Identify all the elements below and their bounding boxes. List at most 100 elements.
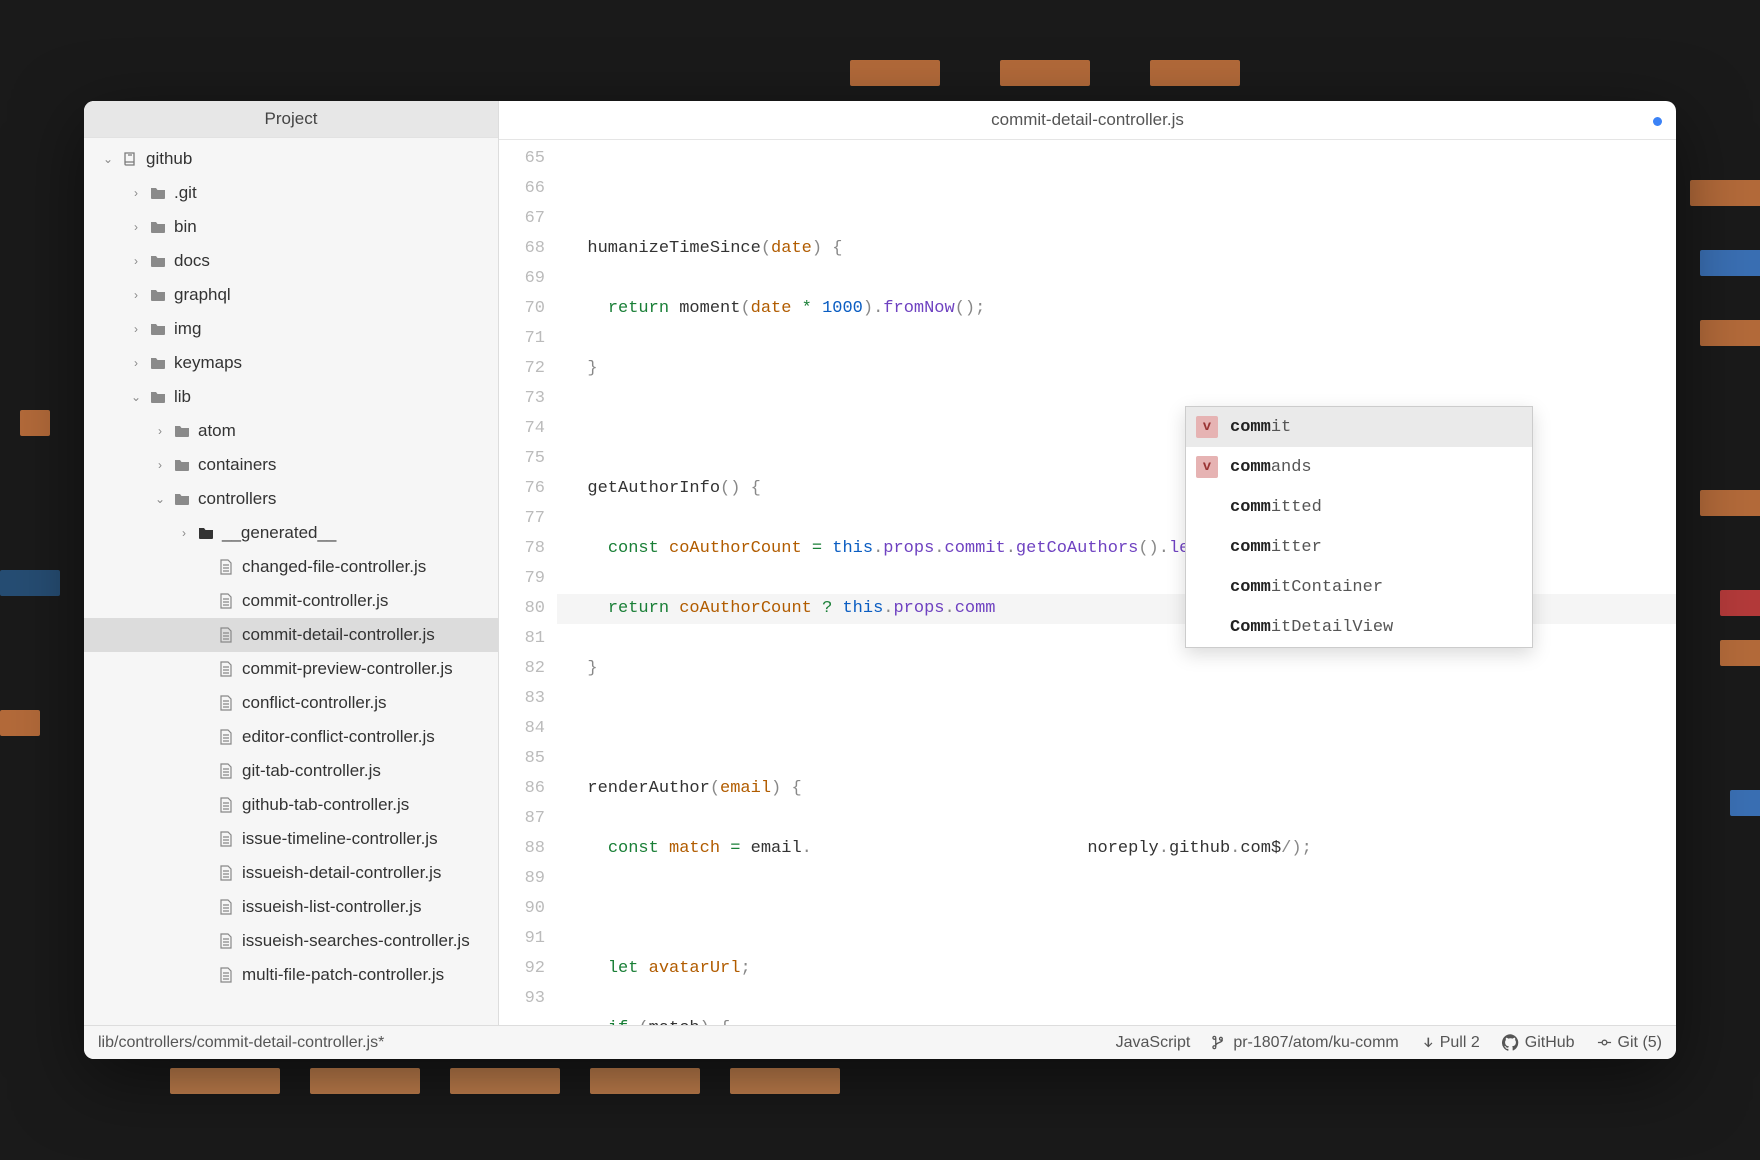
tree-item[interactable]: issue-timeline-controller.js: [84, 822, 498, 856]
status-language[interactable]: JavaScript: [1116, 1034, 1191, 1052]
editor-body[interactable]: 6566676869707172737475767778798081828384…: [499, 140, 1676, 1025]
tree-item-label: commit-controller.js: [242, 591, 388, 611]
arrow-down-icon: [1421, 1036, 1434, 1049]
tree-item-label: containers: [198, 455, 276, 475]
status-git[interactable]: Git (5): [1597, 1034, 1662, 1052]
folder-icon: [148, 254, 168, 268]
autocomplete-item[interactable]: v commands: [1186, 447, 1532, 487]
tree-item[interactable]: changed-file-controller.js: [84, 550, 498, 584]
status-branch[interactable]: pr-1807/atom/ku-comm: [1212, 1034, 1398, 1052]
autocomplete-badge: [1196, 536, 1218, 558]
tree-item[interactable]: git-tab-controller.js: [84, 754, 498, 788]
tree-item-label: issueish-searches-controller.js: [242, 931, 470, 951]
file-icon: [216, 865, 236, 881]
tree-item[interactable]: commit-preview-controller.js: [84, 652, 498, 686]
folder-icon: [148, 322, 168, 336]
tree-item[interactable]: ›atom: [84, 414, 498, 448]
tree-item-label: git-tab-controller.js: [242, 761, 381, 781]
autocomplete-badge: v: [1196, 456, 1218, 478]
tree-item-label: graphql: [174, 285, 231, 305]
folder-icon: [172, 492, 192, 506]
tree-item[interactable]: issueish-detail-controller.js: [84, 856, 498, 890]
tree-root[interactable]: ⌄ github: [84, 142, 498, 176]
autocomplete-item[interactable]: CommitDetailView: [1186, 607, 1532, 647]
chevron-icon: ⌄: [128, 390, 144, 404]
tree-item-label: controllers: [198, 489, 276, 509]
tab-bar[interactable]: commit-detail-controller.js: [499, 101, 1676, 140]
line-number: 81: [499, 624, 545, 654]
folder-icon: [148, 390, 168, 404]
tree-item[interactable]: multi-file-patch-controller.js: [84, 958, 498, 992]
tree-item[interactable]: › docs: [84, 244, 498, 278]
tree-item[interactable]: commit-controller.js: [84, 584, 498, 618]
line-number: 70: [499, 294, 545, 324]
tree-item[interactable]: ›graphql: [84, 278, 498, 312]
modified-indicator: [1653, 117, 1662, 126]
tree-item[interactable]: issueish-list-controller.js: [84, 890, 498, 924]
status-bar: lib/controllers/commit-detail-controller…: [84, 1025, 1676, 1059]
tree-item-label: issueish-list-controller.js: [242, 897, 422, 917]
tree-item[interactable]: ›bin: [84, 210, 498, 244]
tree-item-label: conflict-controller.js: [242, 693, 387, 713]
line-number: 87: [499, 804, 545, 834]
tree-item-label: multi-file-patch-controller.js: [242, 965, 444, 985]
line-number: 78: [499, 534, 545, 564]
file-icon: [216, 559, 236, 575]
file-tree[interactable]: ⌄ github ›.git›bin›docs›graphql›img›keym…: [84, 138, 498, 1025]
tree-item[interactable]: ›__generated__: [84, 516, 498, 550]
line-number: 83: [499, 684, 545, 714]
line-number: 93: [499, 984, 545, 1014]
autocomplete-label: commit: [1230, 418, 1291, 437]
tree-item[interactable]: ›img: [84, 312, 498, 346]
line-number: 82: [499, 654, 545, 684]
status-path: lib/controllers/commit-detail-controller…: [98, 1034, 1116, 1052]
file-icon: [216, 593, 236, 609]
github-icon: [1502, 1034, 1519, 1051]
tree-item[interactable]: › .git: [84, 176, 498, 210]
folder-icon: [148, 220, 168, 234]
folder-icon: [148, 356, 168, 370]
line-number: 74: [499, 414, 545, 444]
autocomplete-popup[interactable]: vcommitvcommandscommittedcommittercommit…: [1185, 406, 1533, 648]
autocomplete-item[interactable]: vcommit: [1186, 407, 1532, 447]
tree-root-label: github: [146, 149, 192, 169]
tree-item-label: docs: [174, 251, 210, 271]
file-icon: [216, 967, 236, 983]
tree-item-label: editor-conflict-controller.js: [242, 727, 435, 747]
tree-item[interactable]: editor-conflict-controller.js: [84, 720, 498, 754]
tree-item-label: .git: [174, 183, 197, 203]
folder-icon: [172, 458, 192, 472]
autocomplete-item[interactable]: committed: [1186, 487, 1532, 527]
line-number: 90: [499, 894, 545, 924]
status-github[interactable]: GitHub: [1502, 1034, 1575, 1052]
chevron-icon: ›: [152, 458, 168, 472]
autocomplete-label: commands: [1230, 458, 1312, 477]
tree-item[interactable]: conflict-controller.js: [84, 686, 498, 720]
editor-pane: commit-detail-controller.js 656667686970…: [499, 101, 1676, 1025]
autocomplete-item[interactable]: commitContainer: [1186, 567, 1532, 607]
file-icon: [216, 695, 236, 711]
autocomplete-label: CommitDetailView: [1230, 618, 1393, 637]
chevron-icon: ›: [128, 186, 144, 200]
autocomplete-badge: [1196, 576, 1218, 598]
autocomplete-item[interactable]: committer: [1186, 527, 1532, 567]
line-number: 85: [499, 744, 545, 774]
tree-item[interactable]: ⌄controllers: [84, 482, 498, 516]
tree-item[interactable]: ›keymaps: [84, 346, 498, 380]
file-icon: [216, 899, 236, 915]
tree-item[interactable]: issueish-searches-controller.js: [84, 924, 498, 958]
tree-item[interactable]: › containers: [84, 448, 498, 482]
tree-item[interactable]: github-tab-controller.js: [84, 788, 498, 822]
tree-item[interactable]: commit-detail-controller.js: [84, 618, 498, 652]
status-pull[interactable]: Pull 2: [1421, 1034, 1480, 1052]
chevron-icon: ›: [128, 254, 144, 268]
tree-item-label: commit-preview-controller.js: [242, 659, 453, 679]
line-number: 80: [499, 594, 545, 624]
file-icon: [216, 627, 236, 643]
line-number: 75: [499, 444, 545, 474]
autocomplete-badge: [1196, 496, 1218, 518]
line-number: 65: [499, 144, 545, 174]
tree-item[interactable]: ⌄lib: [84, 380, 498, 414]
line-number: 76: [499, 474, 545, 504]
line-number: 77: [499, 504, 545, 534]
